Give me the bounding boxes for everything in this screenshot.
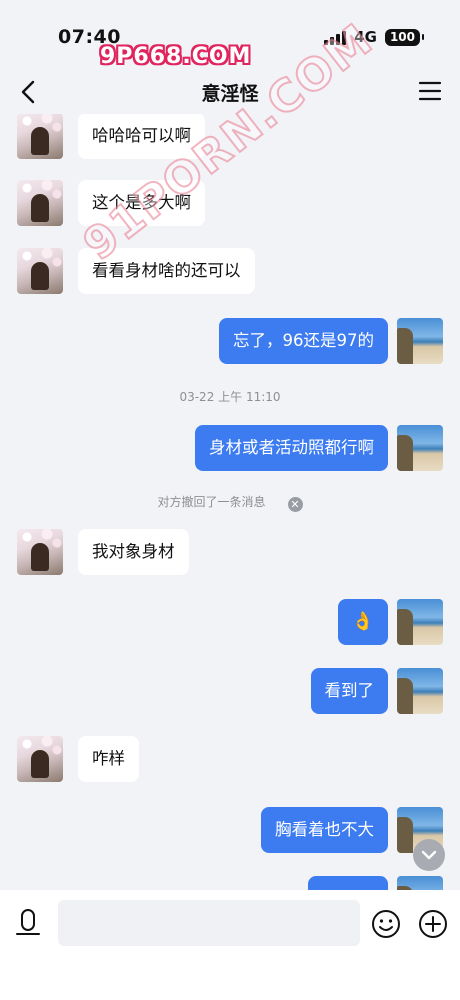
- message-bubble[interactable]: 忘了，96还是97的: [219, 318, 388, 364]
- chevron-down-icon: [421, 850, 437, 860]
- avatar[interactable]: [17, 248, 63, 294]
- avatar[interactable]: [17, 114, 63, 159]
- message-bubble[interactable]: 看到了: [310, 668, 388, 714]
- chat-messages[interactable]: 哈哈哈可以啊 这个是多大啊 看看身材啥的还可以 忘了，96还是97的 03-22…: [0, 114, 460, 890]
- avatar[interactable]: [397, 318, 443, 364]
- microphone-icon[interactable]: [14, 908, 42, 938]
- avatar[interactable]: [397, 668, 443, 714]
- scroll-down-button[interactable]: [413, 839, 445, 871]
- plus-icon[interactable]: [418, 909, 448, 939]
- message-bubble[interactable]: 咋样: [78, 736, 139, 782]
- timestamp-separator: 03-22 上午 11:10: [179, 390, 281, 404]
- message-input[interactable]: [58, 900, 360, 946]
- message-bubble[interactable]: [308, 876, 388, 890]
- message-bubble[interactable]: 看看身材啥的还可以: [78, 248, 255, 294]
- avatar[interactable]: [397, 599, 443, 645]
- recall-text: 对方撤回了一条消息: [157, 495, 266, 509]
- nav-bar: 意淫怪: [0, 70, 460, 114]
- smiley-icon[interactable]: [371, 909, 401, 939]
- watermark-top: 9P668.COM: [100, 44, 252, 69]
- message-bubble[interactable]: 身材或者活动照都行啊: [195, 425, 388, 471]
- message-bubble[interactable]: 这个是多大啊: [78, 180, 205, 226]
- hamburger-menu-icon[interactable]: [418, 79, 442, 103]
- network-type: 4G: [354, 28, 377, 46]
- message-bubble[interactable]: 胸看着也不大: [261, 807, 388, 853]
- chevron-left-icon[interactable]: [16, 78, 44, 106]
- chat-title: 意淫怪: [201, 83, 259, 105]
- avatar[interactable]: [17, 529, 63, 575]
- message-bubble[interactable]: 哈哈哈可以啊: [78, 114, 205, 159]
- input-bar: [0, 890, 460, 1000]
- message-bubble[interactable]: 我对象身材: [78, 529, 189, 575]
- close-icon[interactable]: ✕: [287, 497, 303, 512]
- status-indicators: 4G 100: [324, 28, 425, 46]
- avatar[interactable]: [397, 876, 443, 890]
- avatar[interactable]: [17, 736, 63, 782]
- battery-icon: 100: [384, 28, 425, 46]
- avatar[interactable]: [17, 180, 63, 226]
- recall-notice: 对方撤回了一条消息 ✕: [0, 493, 460, 512]
- avatar[interactable]: [397, 425, 443, 471]
- message-bubble[interactable]: 👌: [337, 599, 388, 645]
- signal-icon: [324, 29, 347, 45]
